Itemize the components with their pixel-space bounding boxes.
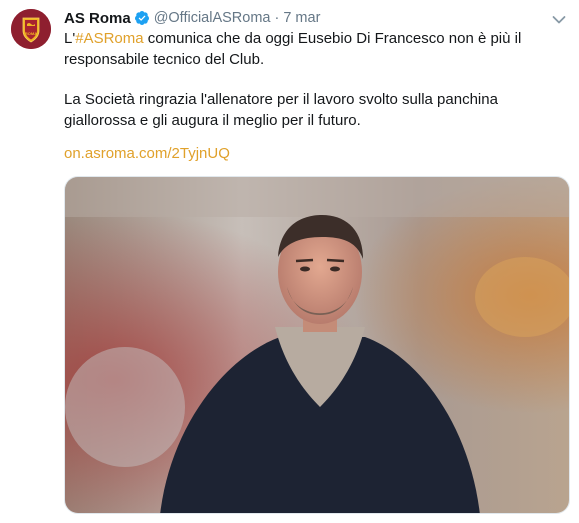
tweet-photo[interactable]	[64, 176, 570, 514]
author-name[interactable]: AS Roma	[64, 10, 131, 27]
coach-photo-image	[65, 177, 569, 513]
separator-dot: ·	[274, 10, 280, 26]
chevron-down-icon[interactable]	[552, 12, 566, 24]
tweet-text: L'#ASRoma comunica che da oggi Eusebio D…	[64, 29, 564, 131]
tweet-paragraph-1: L'#ASRoma comunica che da oggi Eusebio D…	[64, 29, 564, 70]
text-prefix: L'	[64, 30, 76, 47]
tweet-header: AS Roma @OfficialASRoma · 7 mar	[64, 8, 549, 28]
svg-text:ROMA: ROMA	[25, 31, 37, 36]
tweet-paragraph-2: La Società ringrazia l'allenatore per il…	[64, 91, 498, 129]
avatar[interactable]: ROMA	[11, 9, 51, 49]
tweet-card: ROMA AS Roma @OfficialASRoma · 7 mar L'#…	[0, 0, 579, 523]
roma-crest-icon: ROMA	[11, 9, 51, 49]
tweet-timestamp[interactable]: 7 mar	[283, 10, 320, 26]
tweet-url-link[interactable]: on.asroma.com/2TyjnUQ	[64, 145, 230, 162]
verified-badge-icon	[134, 10, 150, 26]
hashtag-link[interactable]: #ASRoma	[75, 30, 143, 47]
author-handle[interactable]: @OfficialASRoma	[154, 10, 271, 26]
